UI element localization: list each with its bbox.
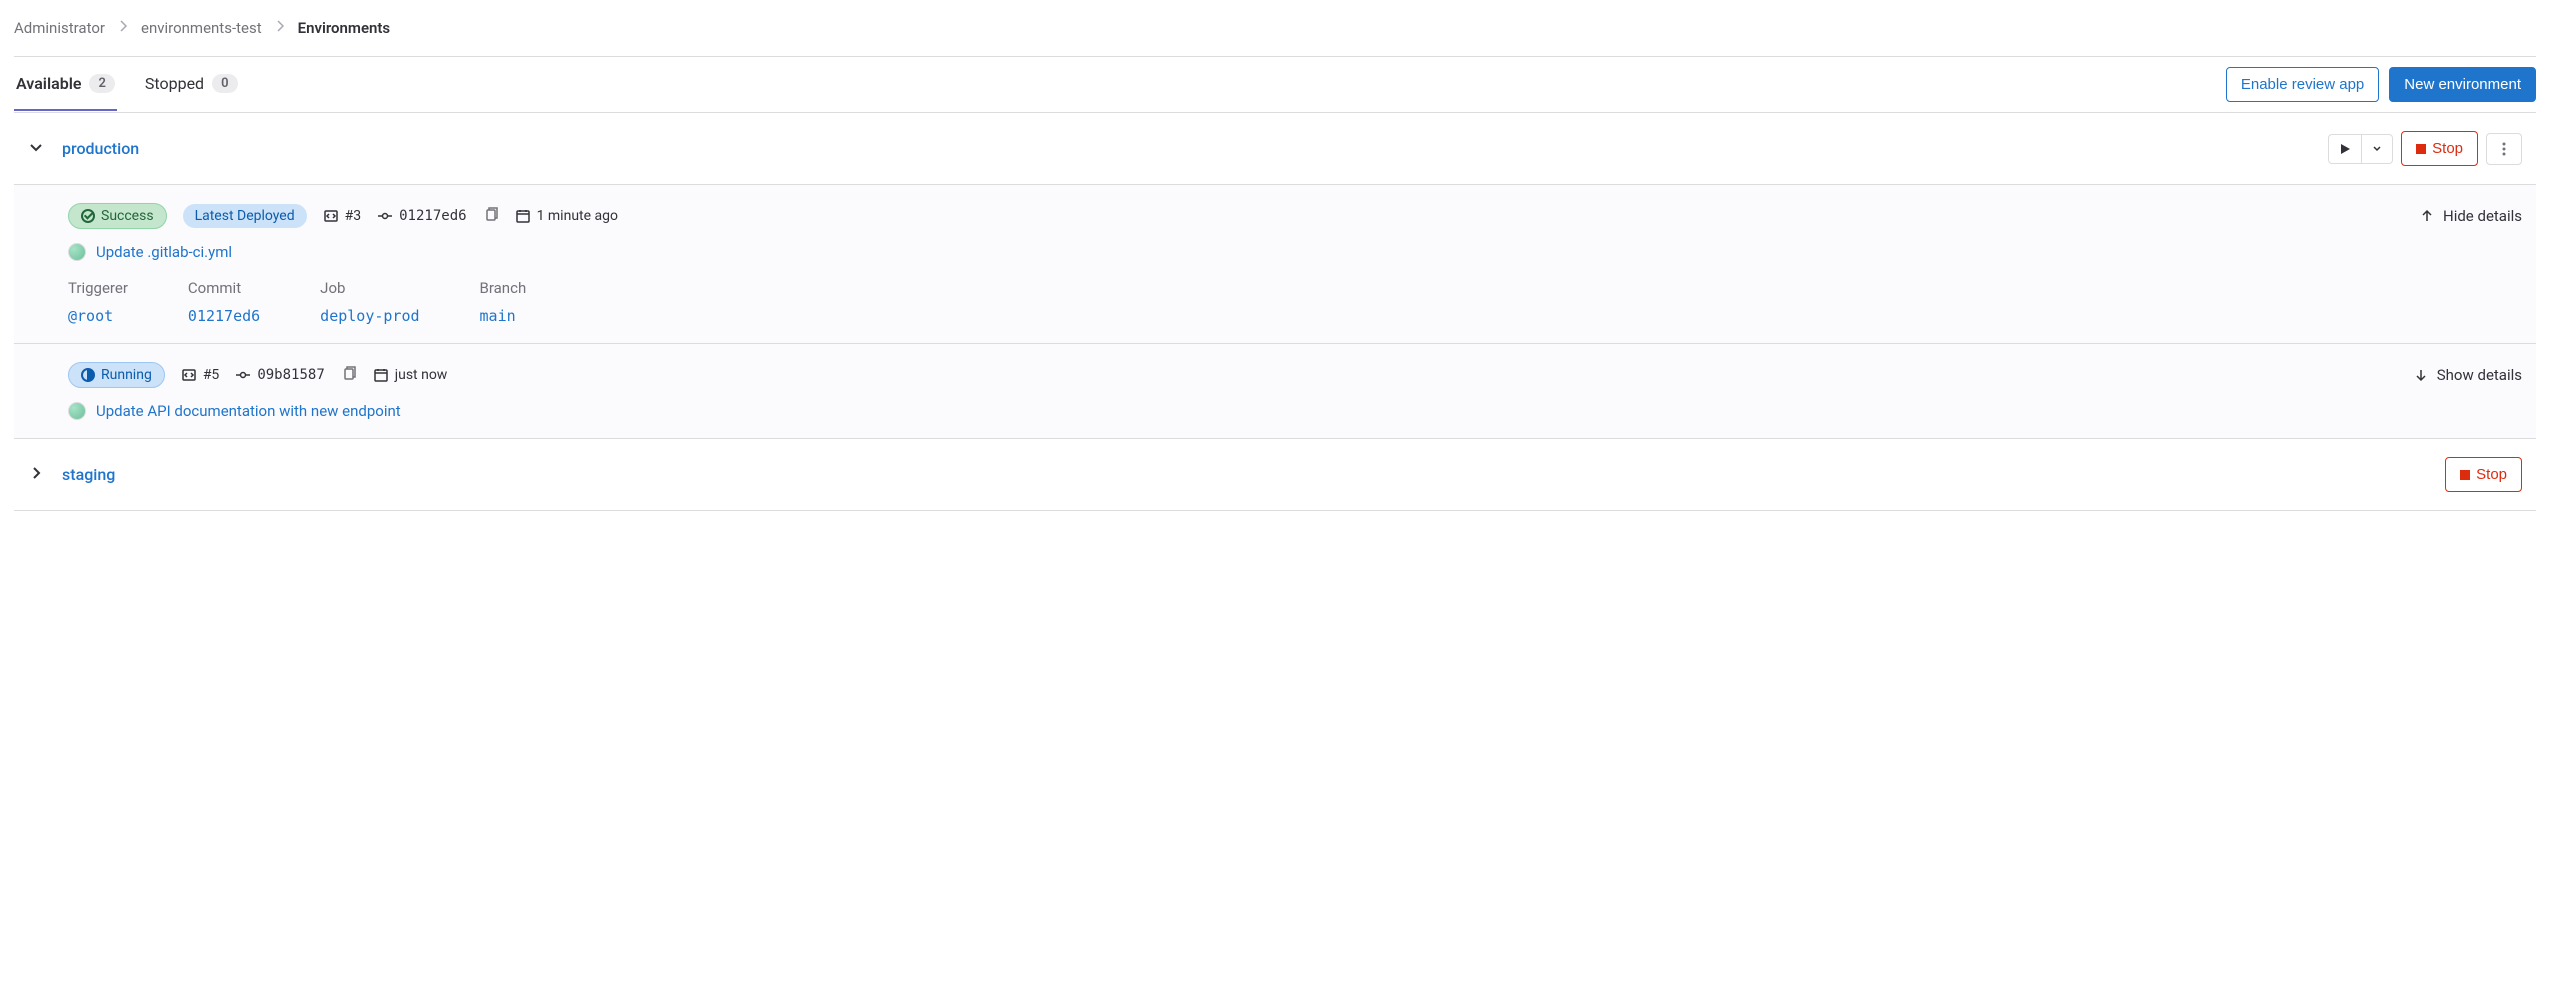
commit-label: Commit [188,279,260,297]
tab-count-badge: 2 [89,74,114,93]
status-label: Running [101,367,152,383]
triggerer-link[interactable]: @root [68,307,128,325]
stop-icon [2460,470,2470,480]
environment-row-production: production Stop [14,113,2536,185]
new-environment-button[interactable]: New environment [2389,67,2536,102]
tab-count-badge: 0 [212,74,237,93]
chevron-right-icon [115,18,131,38]
deployment-card: Running #5 09b81587 just [14,344,2536,439]
stop-icon [2416,144,2426,154]
latest-deployed-badge: Latest Deployed [183,204,307,228]
stop-label: Stop [2476,466,2507,483]
deployment-iid[interactable]: #3 [323,208,362,224]
avatar [68,402,86,420]
triggerer-label: Triggerer [68,279,128,297]
copy-sha-button[interactable] [341,365,357,385]
tab-available[interactable]: Available 2 [14,58,117,111]
deployment-card: Success Latest Deployed #3 01217ed6 [14,185,2536,344]
running-icon [81,368,95,382]
deployment-details: Triggerer @root Commit 01217ed6 Job depl… [68,279,2522,325]
show-details-toggle[interactable]: Show details [2413,366,2522,384]
environment-name-link[interactable]: staging [62,465,115,484]
job-link[interactable]: deploy-prod [320,307,419,325]
sha-text: 01217ed6 [399,208,466,224]
toggle-label: Show details [2437,366,2522,384]
breadcrumb-current: Environments [298,19,391,37]
enable-review-app-button[interactable]: Enable review app [2226,67,2379,102]
environment-row-staging: staging Stop [14,439,2536,511]
breadcrumb-item-admin[interactable]: Administrator [14,19,105,37]
play-button[interactable] [2328,134,2362,164]
copy-sha-button[interactable] [483,206,499,226]
status-badge-running[interactable]: Running [68,362,165,388]
stop-button[interactable]: Stop [2401,131,2478,166]
stop-label: Stop [2432,140,2463,157]
avatar [68,243,86,261]
time-text: 1 minute ago [537,208,618,224]
deployment-time: just now [373,367,448,383]
check-circle-icon [81,209,95,223]
chevron-right-icon [272,18,288,38]
more-actions-button[interactable] [2486,133,2522,165]
hide-details-toggle[interactable]: Hide details [2419,207,2522,225]
environment-name-link[interactable]: production [62,139,139,158]
deploy-dropdown[interactable] [2328,134,2393,164]
branch-link[interactable]: main [480,307,527,325]
deployment-time: 1 minute ago [515,208,618,224]
time-text: just now [395,367,448,383]
commit-message-link[interactable]: Update API documentation with new endpoi… [96,402,401,420]
dropdown-toggle[interactable] [2362,134,2393,164]
tab-stopped[interactable]: Stopped 0 [143,58,240,111]
branch-label: Branch [480,279,527,297]
commit-message-link[interactable]: Update .gitlab-ci.yml [96,243,232,261]
job-label: Job [320,279,419,297]
iid-text: #3 [345,208,362,224]
stop-button[interactable]: Stop [2445,457,2522,492]
iid-text: #5 [203,367,220,383]
tab-label: Stopped [145,74,204,93]
deployment-iid[interactable]: #5 [181,367,220,383]
commit-sha[interactable]: 01217ed6 [377,208,466,224]
tabs: Available 2 Stopped 0 [14,58,240,111]
status-badge-success[interactable]: Success [68,203,167,229]
sha-text: 09b81587 [257,367,324,383]
commit-link[interactable]: 01217ed6 [188,307,260,325]
toggle-label: Hide details [2443,207,2522,225]
breadcrumb-item-project[interactable]: environments-test [141,19,262,37]
tab-label: Available [16,74,81,93]
breadcrumb: Administrator environments-test Environm… [14,0,2536,56]
chevron-down-icon[interactable] [28,139,44,159]
commit-sha[interactable]: 09b81587 [235,367,324,383]
chevron-right-icon[interactable] [28,465,44,485]
status-label: Success [101,208,154,224]
